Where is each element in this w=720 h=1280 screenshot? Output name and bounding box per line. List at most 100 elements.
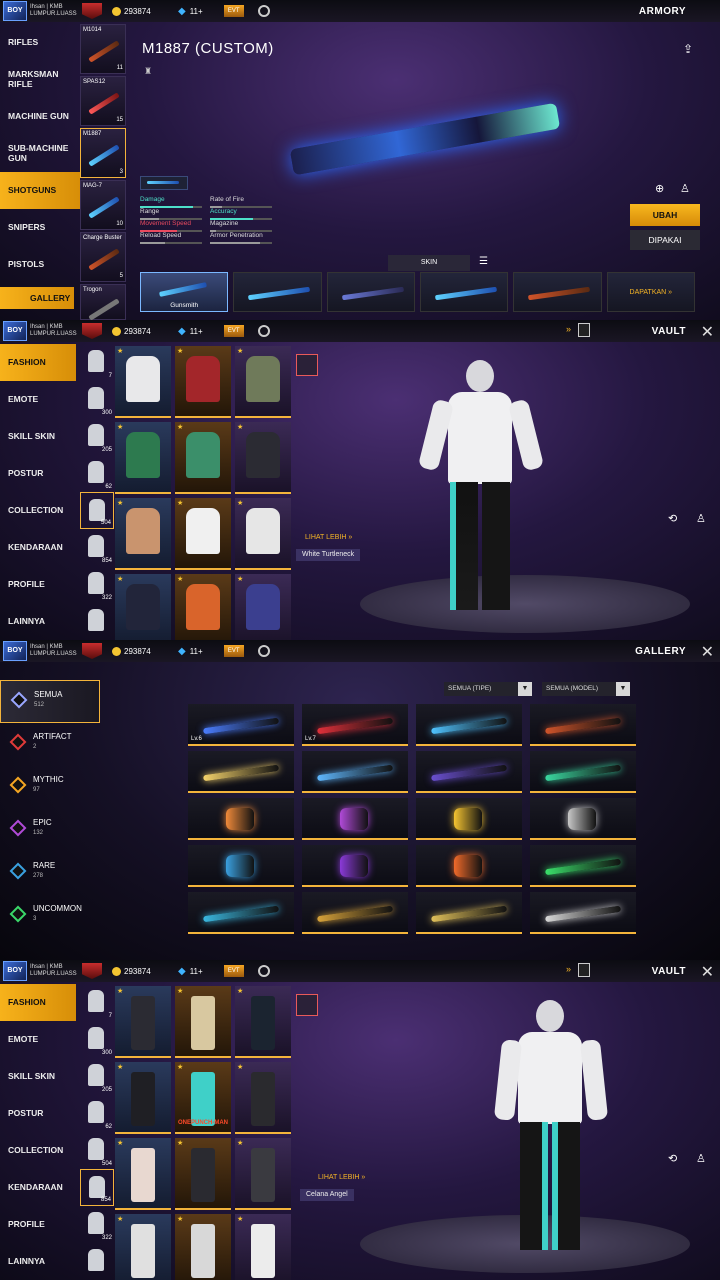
gallery-item[interactable] xyxy=(302,751,408,793)
player-avatar[interactable]: BOY xyxy=(3,321,27,341)
lihat-lebih-link[interactable]: LIHAT LEBIH » xyxy=(318,1174,365,1181)
fashion-item[interactable]: ★ xyxy=(175,422,231,494)
gallery-item[interactable] xyxy=(530,751,636,793)
player-avatar[interactable]: BOY xyxy=(3,641,27,661)
vault-category-skill-skin[interactable]: SKILL SKIN xyxy=(0,1058,80,1095)
vault-category-postur[interactable]: POSTUR xyxy=(0,455,80,492)
expand-icon[interactable]: » xyxy=(566,324,571,334)
gallery-button[interactable]: GALLERY xyxy=(0,287,74,309)
skin-item[interactable] xyxy=(419,272,509,312)
gallery-item[interactable] xyxy=(416,845,522,887)
fashion-item[interactable]: ★ xyxy=(115,1138,171,1210)
vault-subcategory[interactable]: 7 xyxy=(80,344,114,381)
weapon-charge-buster[interactable]: Charge Buster 5 xyxy=(80,232,126,282)
diamond-amount[interactable]: 11+ xyxy=(190,967,224,976)
fashion-item[interactable]: ★ xyxy=(235,498,291,570)
gallery-item[interactable]: Lv.7 xyxy=(302,704,408,746)
attachment-slot[interactable] xyxy=(140,176,188,190)
vault-category-lainnya[interactable]: LAINNYA xyxy=(0,1243,80,1280)
close-icon[interactable]: ✕ xyxy=(701,642,714,662)
vault-category-fashion[interactable]: FASHION xyxy=(0,984,76,1021)
vault-subcategory[interactable]: 854 xyxy=(80,529,114,566)
vault-subcategory[interactable]: 7 xyxy=(80,984,114,1021)
vault-category-skill-skin[interactable]: SKILL SKIN xyxy=(0,418,80,455)
settings-icon[interactable] xyxy=(257,325,270,337)
vault-subcategory[interactable]: 504 xyxy=(80,492,114,529)
category-pistols[interactable]: PISTOLS xyxy=(0,246,80,283)
pose-icon[interactable]: ♙ xyxy=(696,1152,706,1165)
fashion-item[interactable]: ★ xyxy=(175,986,231,1058)
rank-badge-icon[interactable] xyxy=(82,3,102,19)
vault-category-profile[interactable]: PROFILE xyxy=(0,566,80,603)
gallery-item[interactable] xyxy=(302,845,408,887)
share-icon[interactable]: ⇪ xyxy=(683,42,693,56)
gallery-item[interactable] xyxy=(416,892,522,934)
fashion-item[interactable]: ★ xyxy=(115,986,171,1058)
category-machine-gun[interactable]: MACHINE GUN xyxy=(0,98,80,135)
vault-category-kendaraan[interactable]: KENDARAAN xyxy=(0,529,80,566)
vault-category-profile[interactable]: PROFILE xyxy=(0,1206,80,1243)
event-badge[interactable]: EVT xyxy=(223,325,244,337)
player-avatar[interactable]: BOY xyxy=(3,961,27,981)
rotate-icon[interactable]: ⟲ xyxy=(668,1152,677,1165)
gallery-item[interactable] xyxy=(188,845,294,887)
vault-subcategory[interactable]: 205 xyxy=(80,1058,114,1095)
fashion-item[interactable]: ★ xyxy=(235,422,291,494)
rank-badge-icon[interactable] xyxy=(82,963,102,979)
gallery-item[interactable] xyxy=(530,845,636,887)
close-icon[interactable]: ✕ xyxy=(701,322,714,342)
skin-item[interactable]: Gunsmith xyxy=(140,272,229,312)
player-avatar[interactable]: BOY xyxy=(3,1,27,21)
category-rifles[interactable]: RIFLES xyxy=(0,24,80,61)
gallery-item[interactable] xyxy=(530,704,636,746)
settings-icon[interactable] xyxy=(257,965,270,977)
settings-icon[interactable] xyxy=(257,645,270,657)
zoom-icon[interactable]: ⊕ xyxy=(655,182,664,195)
vault-subcategory[interactable]: 322 xyxy=(80,566,114,603)
diamond-amount[interactable]: 11+ xyxy=(190,327,224,336)
fashion-item[interactable]: ★ xyxy=(115,1062,171,1134)
skin-item[interactable] xyxy=(233,272,322,312)
fashion-item[interactable]: ★ xyxy=(235,986,291,1058)
gallery-item[interactable] xyxy=(188,892,294,934)
vault-subcategory[interactable]: 300 xyxy=(80,381,114,418)
vault-subcategory[interactable]: 504 xyxy=(80,1132,114,1169)
vault-category-lainnya[interactable]: LAINNYA xyxy=(0,603,80,640)
gallery-item[interactable] xyxy=(302,892,408,934)
category-shotguns[interactable]: SHOTGUNS xyxy=(0,172,80,209)
category-smg[interactable]: SUB-MACHINE GUN xyxy=(0,135,80,172)
vault-subcategory[interactable] xyxy=(80,603,114,640)
preview-icon[interactable] xyxy=(578,963,590,977)
event-badge[interactable]: EVT xyxy=(223,965,244,977)
fashion-item[interactable]: ★ xyxy=(115,574,171,640)
vault-category-collection[interactable]: COLLECTION xyxy=(0,1132,80,1169)
vault-subcategory[interactable]: 62 xyxy=(80,1095,114,1132)
info-icon[interactable] xyxy=(296,994,318,1016)
category-marksman-rifle[interactable]: MARKSMAN RIFLE xyxy=(0,61,80,98)
rotate-icon[interactable]: ⟲ xyxy=(668,512,677,525)
fashion-item[interactable]: ★ xyxy=(115,422,171,494)
rank-badge-icon[interactable] xyxy=(82,323,102,339)
dapatkan-button[interactable]: DAPATKAN » xyxy=(606,272,695,312)
vault-category-kendaraan[interactable]: KENDARAAN xyxy=(0,1169,80,1206)
vault-subcategory[interactable]: 62 xyxy=(80,455,114,492)
diamond-amount[interactable]: 11+ xyxy=(190,7,224,16)
weapon-m1887[interactable]: M1887 3 xyxy=(80,128,126,178)
category-snipers[interactable]: SNIPERS xyxy=(0,209,80,246)
vault-category-emote[interactable]: EMOTE xyxy=(0,381,80,418)
rarity-filter-epic[interactable]: EPIC 132 xyxy=(0,809,100,852)
close-icon[interactable]: ✕ xyxy=(701,962,714,982)
fashion-item[interactable]: ★ xyxy=(115,1214,171,1280)
expand-icon[interactable]: » xyxy=(566,964,571,974)
filter-icon[interactable]: ☰ xyxy=(479,256,488,267)
rarity-filter-uncommon[interactable]: UNCOMMON 3 xyxy=(0,895,100,938)
fashion-item[interactable]: ★ xyxy=(175,574,231,640)
fashion-item[interactable]: ★ xyxy=(175,498,231,570)
vault-subcategory[interactable]: 205 xyxy=(80,418,114,455)
info-icon[interactable] xyxy=(296,354,318,376)
type-dropdown[interactable]: SEMUA (TIPE) ▼ xyxy=(444,682,532,696)
weapon-m1014[interactable]: M1014 11 xyxy=(80,24,126,74)
fashion-item[interactable]: ★ xyxy=(235,1138,291,1210)
vault-category-emote[interactable]: EMOTE xyxy=(0,1021,80,1058)
rarity-filter-mythic[interactable]: MYTHIC 97 xyxy=(0,766,100,809)
